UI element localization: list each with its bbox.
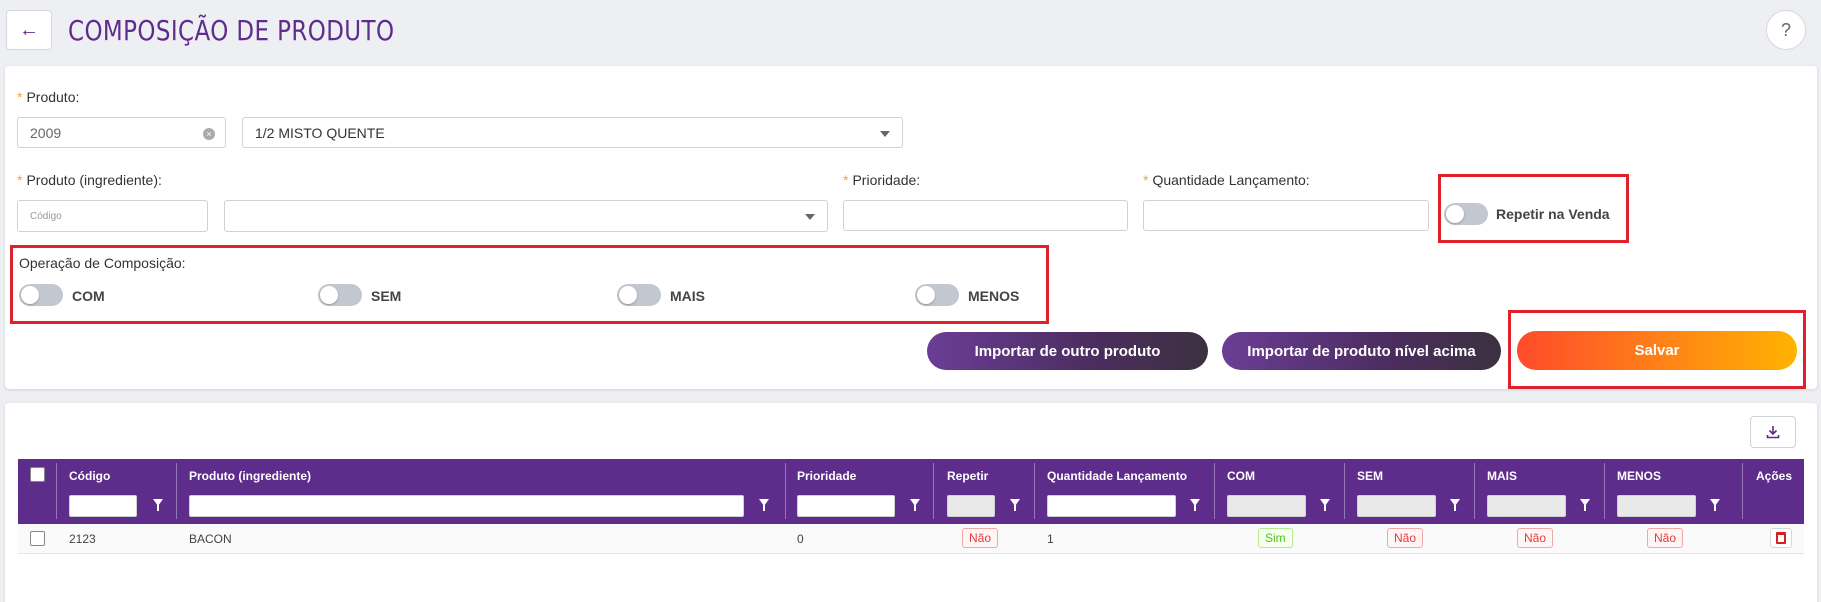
col-prioridade[interactable]: Prioridade xyxy=(797,469,856,483)
produto-select[interactable]: 1/2 MISTO QUENTE xyxy=(242,117,903,148)
question-icon: ? xyxy=(1780,19,1791,40)
ingrediente-label: * Produto (ingrediente): xyxy=(17,172,162,188)
toggle-sem[interactable] xyxy=(318,284,362,306)
download-icon xyxy=(1766,426,1780,439)
filter-icon[interactable] xyxy=(1190,499,1200,511)
repetir-label: Repetir na Venda xyxy=(1496,206,1610,222)
col-com[interactable]: COM xyxy=(1227,469,1255,483)
col-quantidade[interactable]: Quantidade Lançamento xyxy=(1047,469,1187,483)
import-other-product-button[interactable]: Importar de outro produto xyxy=(927,332,1208,370)
delete-row-button[interactable] xyxy=(1770,528,1792,548)
filter-quantidade-input[interactable] xyxy=(1047,495,1176,517)
cell-mais-badge: Não xyxy=(1517,528,1554,548)
quantidade-input[interactable] xyxy=(1143,200,1429,231)
arrow-left-icon: ← xyxy=(19,18,39,41)
ingrediente-select[interactable] xyxy=(224,200,828,232)
repetir-toggle[interactable] xyxy=(1444,203,1488,225)
col-codigo[interactable]: Código xyxy=(69,469,110,483)
cell-codigo: 2123 xyxy=(69,532,96,546)
prioridade-input[interactable] xyxy=(843,200,1128,231)
prioridade-label: * Prioridade: xyxy=(843,172,921,188)
back-button[interactable]: ← xyxy=(6,10,52,50)
clear-icon[interactable]: × xyxy=(203,128,215,140)
cell-repetir-badge: Não xyxy=(962,528,999,548)
chevron-down-icon xyxy=(880,131,890,137)
col-sem[interactable]: SEM xyxy=(1357,469,1383,483)
import-level-above-button[interactable]: Importar de produto nível acima xyxy=(1222,332,1501,370)
filter-mais-select[interactable] xyxy=(1487,495,1566,517)
row-checkbox[interactable] xyxy=(30,531,45,546)
filter-menos-select[interactable] xyxy=(1617,495,1696,517)
cell-com-badge: Sim xyxy=(1258,528,1293,548)
cell-prioridade: 0 xyxy=(797,532,804,546)
filter-icon[interactable] xyxy=(1450,499,1460,511)
operacao-label: Operação de Composição: xyxy=(19,255,186,271)
col-acoes: Ações xyxy=(1756,469,1793,483)
produto-code-input[interactable]: 2009 × xyxy=(17,117,226,148)
table-header: Código Produto (ingrediente) Prioridade … xyxy=(18,459,1804,524)
filter-icon[interactable] xyxy=(1580,499,1590,511)
toggle-sem-label: SEM xyxy=(371,288,402,304)
filter-sem-select[interactable] xyxy=(1357,495,1436,517)
toggle-menos[interactable] xyxy=(915,284,959,306)
filter-icon[interactable] xyxy=(1010,499,1020,511)
filter-icon[interactable] xyxy=(1320,499,1330,511)
filter-com-select[interactable] xyxy=(1227,495,1306,517)
produto-label: * Produto: xyxy=(17,89,80,105)
chevron-down-icon xyxy=(805,214,815,220)
cell-produto: BACON xyxy=(189,532,232,546)
page-title: COMPOSIÇÃO DE PRODUTO xyxy=(68,14,395,47)
col-repetir[interactable]: Repetir xyxy=(947,469,988,483)
help-button[interactable]: ? xyxy=(1766,10,1806,50)
cell-sem-badge: Não xyxy=(1387,528,1424,548)
select-all-checkbox[interactable] xyxy=(30,467,45,482)
filter-icon[interactable] xyxy=(1710,499,1720,511)
col-menos[interactable]: MENOS xyxy=(1617,469,1661,483)
toggle-com-label: COM xyxy=(72,288,105,304)
quantidade-label: * Quantidade Lançamento: xyxy=(1143,172,1310,188)
cell-menos-badge: Não xyxy=(1647,528,1684,548)
ingrediente-code-input[interactable]: Código xyxy=(17,200,208,232)
filter-repetir-select[interactable] xyxy=(947,495,995,517)
trash-icon xyxy=(1776,532,1786,544)
toggle-com[interactable] xyxy=(19,284,63,306)
toggle-mais-label: MAIS xyxy=(670,288,705,304)
filter-icon[interactable] xyxy=(153,499,163,511)
filter-prioridade-input[interactable] xyxy=(797,495,895,517)
cell-quantidade: 1 xyxy=(1047,532,1054,546)
filter-codigo-input[interactable] xyxy=(69,495,137,517)
toggle-mais[interactable] xyxy=(617,284,661,306)
toggle-menos-label: MENOS xyxy=(968,288,1020,304)
export-button[interactable] xyxy=(1750,416,1796,448)
col-mais[interactable]: MAIS xyxy=(1487,469,1517,483)
col-produto[interactable]: Produto (ingrediente) xyxy=(189,469,311,483)
filter-icon[interactable] xyxy=(759,499,769,511)
table-row[interactable]: 2123 BACON 0 Não 1 Sim Não Não Não xyxy=(18,524,1804,554)
filter-produto-input[interactable] xyxy=(189,495,744,517)
filter-icon[interactable] xyxy=(910,499,920,511)
save-button[interactable]: Salvar xyxy=(1517,331,1797,370)
